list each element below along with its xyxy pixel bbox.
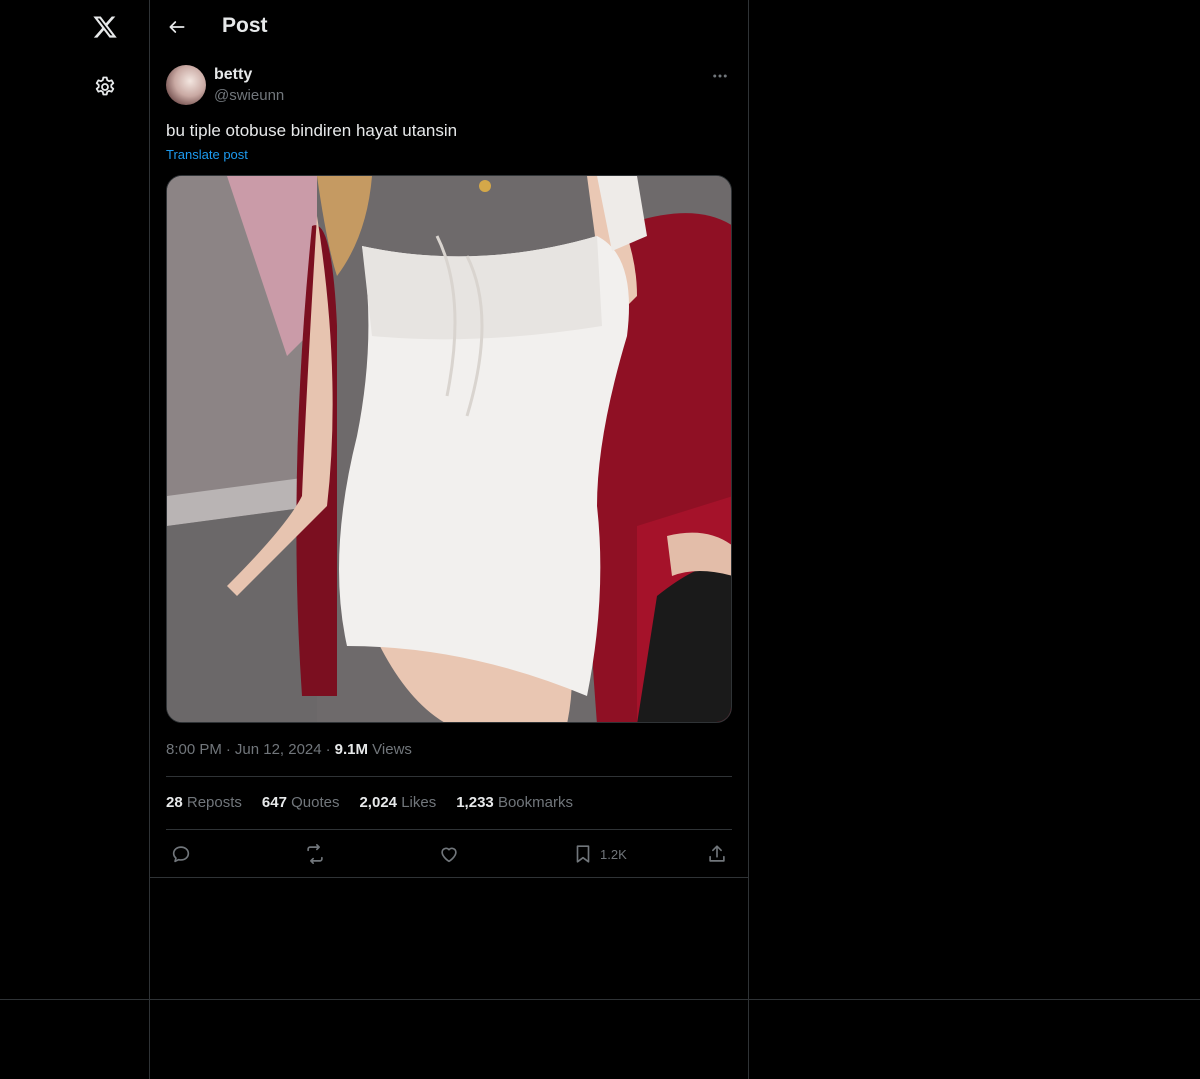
translate-post-link[interactable]: Translate post: [166, 147, 248, 162]
stat-reposts[interactable]: 28 Reposts: [166, 794, 242, 811]
gear-icon[interactable]: [88, 70, 122, 104]
stat-bookmarks[interactable]: 1,233 Bookmarks: [456, 794, 573, 811]
arrow-left-icon[interactable]: [162, 12, 192, 42]
post-date[interactable]: Jun 12, 2024: [235, 741, 322, 758]
post-text: bu tiple otobuse bindiren hayat utansin: [166, 121, 458, 140]
column-border-right: [748, 0, 749, 1079]
repost-icon[interactable]: [304, 838, 326, 870]
avatar[interactable]: [166, 65, 206, 105]
page-title: Post: [222, 14, 268, 37]
page-bottom-divider: [0, 999, 1200, 1000]
post-time[interactable]: 8:00 PM: [166, 741, 222, 758]
stat-likes[interactable]: 2,024 Likes: [359, 794, 436, 811]
stat-count: 1,233: [456, 794, 494, 811]
divider: [166, 776, 732, 777]
author-handle[interactable]: @swieunn: [214, 87, 284, 104]
divider: [166, 829, 732, 830]
stat-count: 2,024: [359, 794, 398, 811]
post-bottom-border: [150, 877, 748, 878]
post-image[interactable]: [166, 175, 732, 723]
post-actions: 1.2K: [166, 838, 732, 870]
left-nav: [0, 0, 149, 1079]
post-header: Post: [150, 0, 748, 54]
column-border-left: [149, 0, 150, 1079]
meta-separator: ·: [225, 741, 231, 758]
stat-label: Reposts: [186, 794, 242, 811]
stat-label: Bookmarks: [497, 794, 573, 811]
views-count: 9.1M: [334, 741, 368, 758]
stat-label: Likes: [401, 794, 437, 811]
meta-separator: ·: [325, 741, 331, 758]
post-stats: 28 Reposts 647 Quotes 2,024 Likes 1,233 …: [166, 794, 573, 811]
more-options-icon[interactable]: [708, 64, 732, 88]
post-author: betty @swieunn: [166, 64, 732, 108]
app-root: Post betty @swieunn bu tiple otobuse bin…: [0, 0, 1200, 1079]
stat-count: 28: [166, 794, 183, 811]
reply-icon[interactable]: [170, 838, 192, 870]
x-logo-icon[interactable]: [88, 10, 122, 44]
author-name[interactable]: betty: [214, 66, 252, 84]
heart-icon[interactable]: [438, 838, 460, 870]
stat-quotes[interactable]: 647 Quotes: [262, 794, 340, 811]
share-icon[interactable]: [706, 838, 728, 870]
bookmark-icon[interactable]: 1.2K: [572, 838, 627, 870]
post-meta: 8:00 PM · Jun 12, 2024 · 9.1M Views: [166, 741, 412, 758]
stat-count: 647: [261, 794, 287, 811]
views-label: Views: [372, 741, 412, 758]
bookmark-count: 1.2K: [600, 846, 627, 862]
stat-label: Quotes: [291, 794, 340, 811]
